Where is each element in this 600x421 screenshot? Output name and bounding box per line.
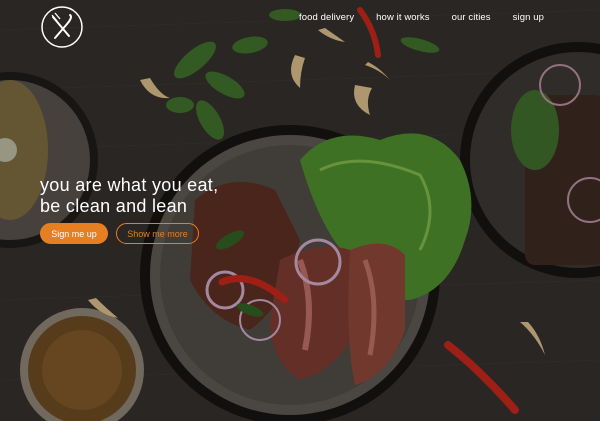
- show-me-more-button[interactable]: Show me more: [116, 223, 199, 244]
- nav-item-how-it-works[interactable]: how it works: [376, 12, 429, 23]
- hero-headline: you are what you eat, be clean and lean: [40, 175, 218, 217]
- sign-me-up-button[interactable]: Sign me up: [40, 223, 108, 244]
- headline-line-2: be clean and lean: [40, 196, 188, 216]
- fork-knife-icon[interactable]: [40, 5, 84, 49]
- headline-line-1: you are what you eat,: [40, 175, 219, 195]
- main-nav: food delivery how it works our cities si…: [277, 12, 544, 23]
- nav-item-sign-up[interactable]: sign up: [513, 12, 544, 23]
- nav-item-food-delivery[interactable]: food delivery: [299, 12, 354, 23]
- nav-item-our-cities[interactable]: our cities: [452, 12, 491, 23]
